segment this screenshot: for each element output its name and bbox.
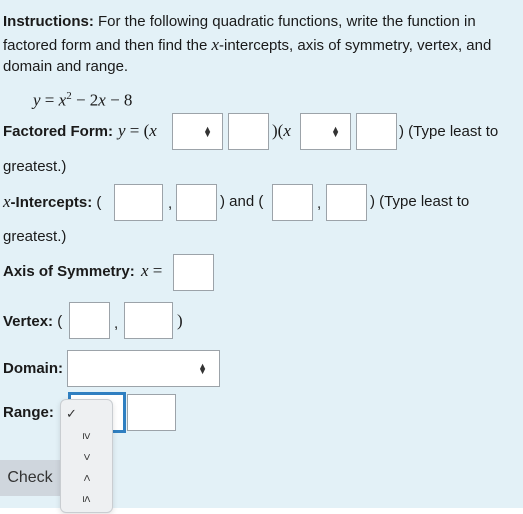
- intercept-2-x-input[interactable]: [272, 184, 313, 221]
- vertex-label-row: Vertex: (: [3, 313, 63, 330]
- intercept-1-y-input[interactable]: [176, 184, 217, 221]
- axis-equation: x =: [141, 261, 163, 280]
- intercepts-label: x-Intercepts: (: [3, 192, 102, 211]
- checkmark-icon: ✓: [66, 406, 77, 421]
- factored-form-label: Factored Form:: [3, 123, 114, 140]
- vertex-y-input[interactable]: [124, 302, 173, 339]
- range-value-input[interactable]: [127, 394, 176, 431]
- range-dropdown-menu: ✓ ≥ > < ≤: [60, 399, 113, 513]
- range-option-gte[interactable]: ≥: [61, 426, 112, 446]
- factored-prefix: y = (x: [118, 121, 157, 140]
- comma: ,: [317, 195, 322, 212]
- instructions-label: Instructions:: [3, 13, 94, 30]
- select-arrows-icon: ▲ ▼: [203, 123, 212, 139]
- vertex-close: ): [177, 311, 183, 330]
- check-button[interactable]: Check: [0, 460, 60, 496]
- vertex-x-input[interactable]: [69, 302, 110, 339]
- intercept-2-y-input[interactable]: [326, 184, 367, 221]
- domain-select[interactable]: ▲ ▼: [67, 350, 220, 387]
- instructions-line-1: Instructions: For the following quadrati…: [3, 13, 476, 30]
- intercept-1-x-input[interactable]: [114, 184, 163, 221]
- axis-label: Axis of Symmetry:: [3, 263, 135, 280]
- intercepts-hint: ) (Type least to: [370, 193, 470, 210]
- domain-label: Domain:: [3, 360, 63, 377]
- range-option-lte[interactable]: ≤: [61, 489, 112, 509]
- comma: ,: [168, 195, 173, 212]
- comma: ,: [114, 315, 119, 332]
- intercepts-and: ) and (: [220, 193, 264, 210]
- range-label: Range:: [3, 404, 54, 421]
- intercepts-hint-wrap: greatest.): [3, 228, 67, 245]
- range-option-gt[interactable]: >: [61, 447, 112, 467]
- select-arrows-icon: ▲ ▼: [198, 360, 207, 376]
- instructions-line-3: domain and range.: [3, 58, 129, 75]
- equation: y = x2 − 2x − 8: [33, 90, 133, 110]
- factored-hint: ) (Type least to: [399, 123, 499, 140]
- factored-value-input-1[interactable]: [228, 113, 269, 150]
- factored-middle: )(x: [272, 121, 291, 140]
- factored-sign-select-2[interactable]: ▲ ▼: [300, 113, 351, 150]
- factored-sign-select-1[interactable]: ▲ ▼: [172, 113, 223, 150]
- axis-input[interactable]: [173, 254, 214, 291]
- range-option-blank[interactable]: ✓: [61, 404, 112, 424]
- range-option-lt[interactable]: <: [61, 468, 112, 488]
- instructions-line-2: factored form and then find the x-interc…: [3, 35, 492, 54]
- select-arrows-icon: ▲ ▼: [331, 123, 340, 139]
- factored-hint-wrap: greatest.): [3, 158, 67, 175]
- factored-value-input-2[interactable]: [356, 113, 397, 150]
